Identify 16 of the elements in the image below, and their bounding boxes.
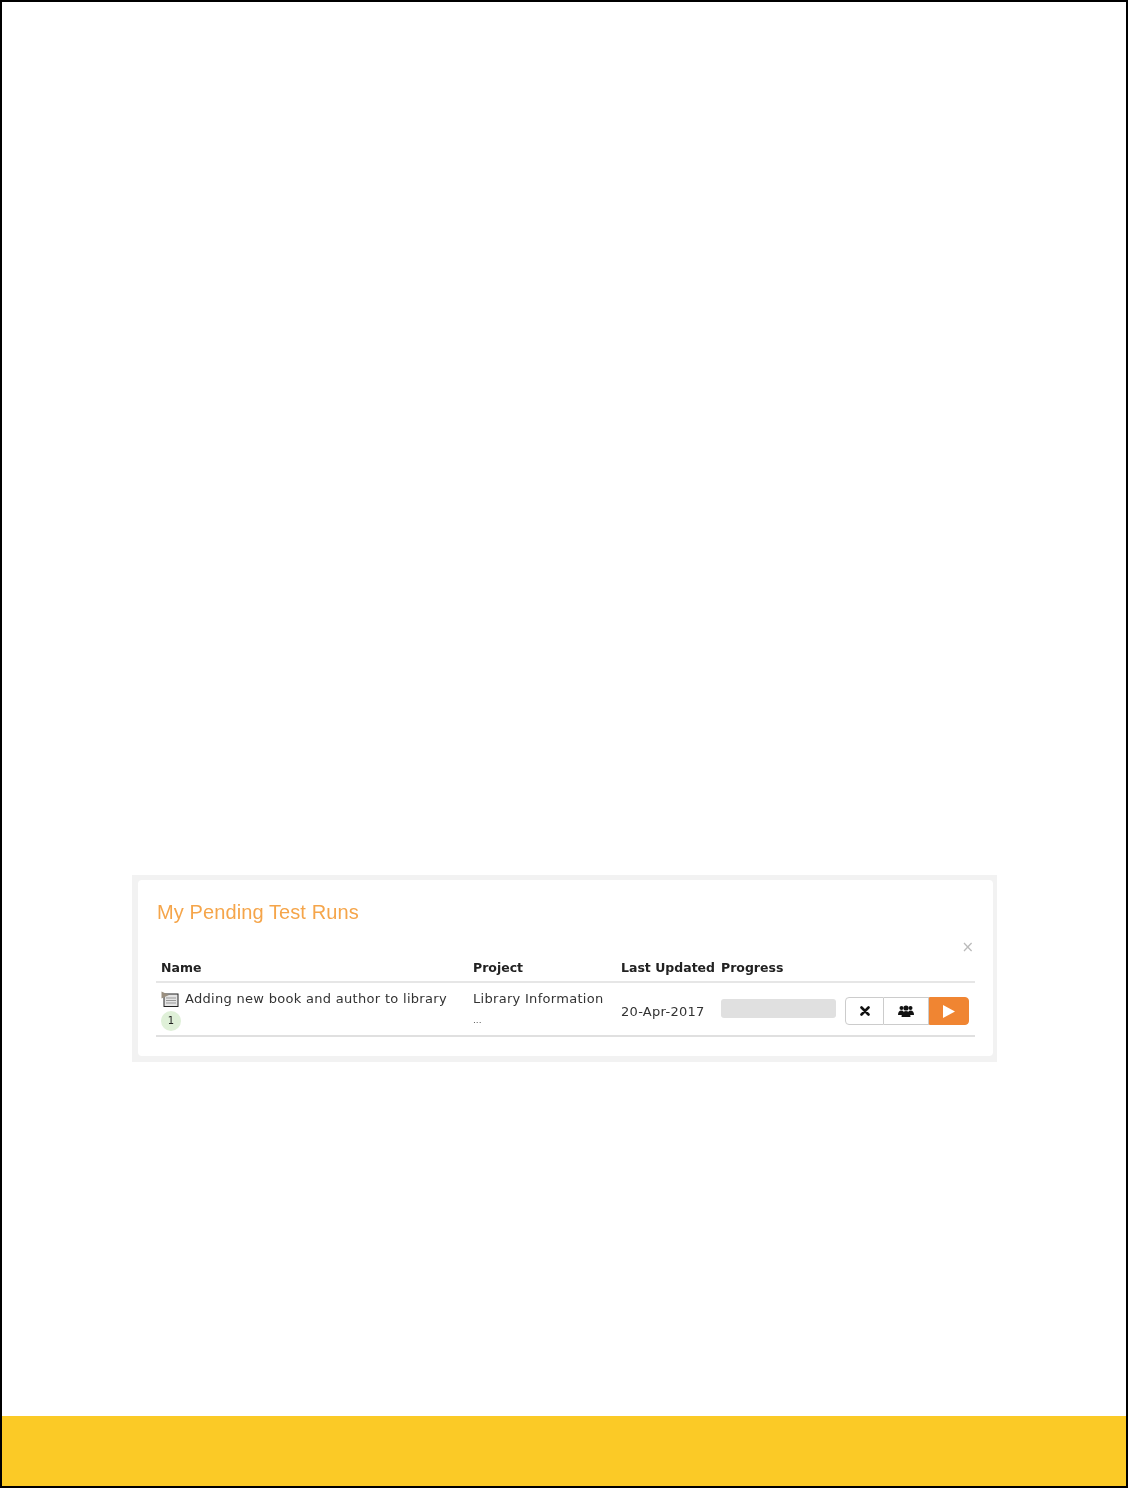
play-icon	[943, 1004, 955, 1018]
run-count-badge: 1	[161, 1011, 181, 1031]
project-name: Library Information	[473, 991, 605, 1007]
last-updated-date: 20-Apr-2017	[621, 1003, 706, 1019]
name-column-header: Name	[160, 960, 203, 977]
widget-title: My Pending Test Runs	[157, 900, 360, 924]
assign-button[interactable]	[884, 997, 929, 1025]
x-icon	[859, 1006, 870, 1016]
project-more-text: ...	[473, 1014, 482, 1027]
project-column-header: Project	[472, 960, 525, 977]
test-run-name[interactable]: Adding new book and author to library	[185, 991, 447, 1007]
document-icon	[161, 991, 179, 1007]
group-icon	[898, 1005, 914, 1017]
date-column-header: Last Updated	[620, 960, 716, 977]
progress-column-header: Progress	[720, 960, 785, 977]
remove-button[interactable]	[845, 997, 884, 1025]
